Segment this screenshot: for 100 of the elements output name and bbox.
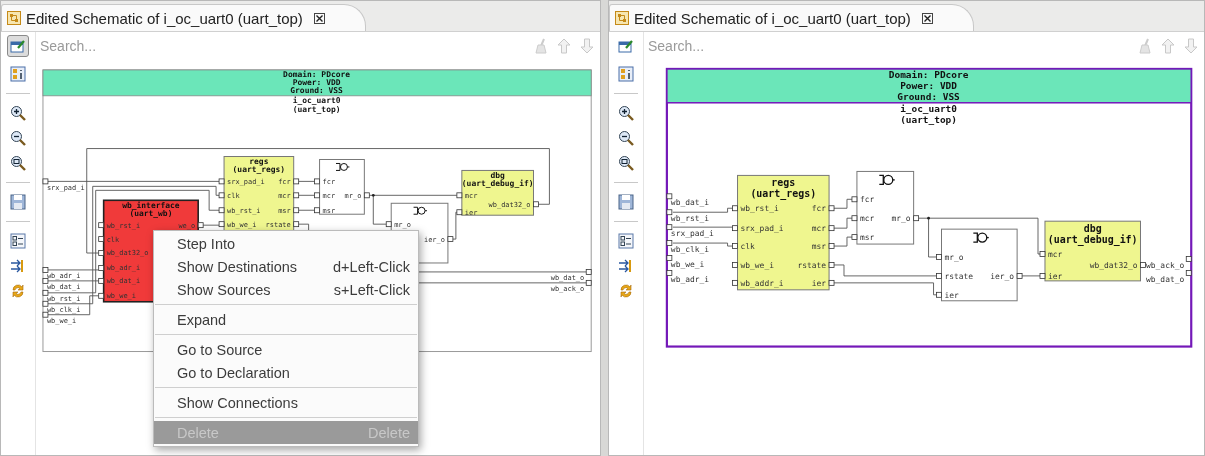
search-field[interactable]: Search... — [644, 37, 1129, 54]
wire — [833, 236, 853, 247]
close-icon[interactable] — [921, 12, 933, 24]
menu-item[interactable]: Go to Source — [154, 338, 418, 361]
editor-tab[interactable]: Edited Schematic of i_oc_uart0 (uart_top) — [609, 4, 974, 31]
checklist-icon[interactable] — [10, 233, 26, 249]
port-label: wb_ack_o — [1146, 260, 1185, 270]
block-module: (uart_regs) — [750, 188, 817, 200]
block-module: (uart_regs) — [232, 165, 286, 175]
info-icon[interactable] — [618, 66, 634, 82]
search-field[interactable]: Search... — [36, 37, 525, 54]
schematic-icon — [615, 11, 629, 25]
port-marker — [1185, 256, 1192, 262]
port-marker — [293, 207, 300, 214]
port-marker — [666, 240, 673, 246]
port-marker — [828, 243, 835, 249]
port-marker — [98, 292, 105, 299]
port-marker — [1039, 273, 1046, 279]
port-label: srx_pad_i — [740, 223, 784, 233]
port-marker — [385, 221, 392, 228]
wire — [672, 207, 733, 213]
editor-tab[interactable]: Edited Schematic of i_oc_uart0 (uart_top) — [1, 4, 366, 31]
port-marker — [828, 205, 835, 212]
junction-dot — [927, 216, 930, 220]
port-marker — [1185, 270, 1192, 276]
save-icon[interactable] — [618, 194, 634, 210]
block-name: wb_interface — [122, 201, 180, 211]
port-label: wb_dat_o — [1146, 274, 1185, 284]
instance-name: i_oc_uart0 — [292, 95, 341, 105]
zoom-in-icon[interactable] — [618, 105, 634, 121]
port-label: ier — [811, 278, 827, 288]
zoom-fit-icon[interactable] — [10, 155, 26, 171]
arrows-icon[interactable] — [10, 258, 26, 274]
block-module: (uart_debug_if) — [461, 179, 534, 189]
port-label: wb_rst_i — [740, 204, 779, 214]
close-icon[interactable] — [313, 12, 325, 24]
domain-text: Domain: PDcore — [888, 68, 969, 80]
checklist-icon[interactable] — [618, 233, 634, 249]
port-marker — [293, 221, 300, 228]
port-marker — [666, 270, 673, 276]
port-label: mr_o — [891, 214, 911, 223]
domain-text: Domain: PDcore — [283, 69, 351, 79]
port-marker — [1016, 273, 1023, 279]
port-marker — [363, 192, 370, 199]
port-marker — [913, 215, 919, 222]
zoom-out-icon[interactable] — [10, 130, 26, 146]
port-marker — [98, 222, 105, 229]
port-label: ier_o — [990, 271, 1015, 281]
wire — [1021, 275, 1041, 277]
zoom-in-icon[interactable] — [10, 105, 26, 121]
port-marker — [936, 273, 942, 279]
zoom-out-icon[interactable] — [618, 130, 634, 146]
module-name: (uart_top) — [292, 104, 341, 114]
save-icon[interactable] — [10, 194, 26, 210]
menu-item[interactable]: Go to Declaration — [154, 361, 418, 384]
port-marker — [42, 300, 49, 307]
port-marker — [1140, 262, 1146, 268]
port-label: wb_we_i — [740, 260, 774, 270]
port-label: msr — [811, 241, 827, 251]
domain-text: Ground: VSS — [290, 85, 343, 95]
block-name: dbg — [1083, 223, 1102, 235]
refresh-icon[interactable] — [618, 283, 634, 299]
port-marker — [42, 289, 49, 296]
port-marker — [293, 192, 300, 199]
port-marker — [218, 178, 225, 185]
port-marker — [666, 193, 673, 200]
block-name: regs — [249, 157, 269, 167]
port-label: mcr — [859, 214, 875, 223]
port-marker — [42, 178, 49, 185]
port-marker — [98, 250, 105, 256]
block-module: (uart_debug_if) — [1047, 234, 1138, 246]
domain-text: Ground: VSS — [897, 90, 960, 102]
zoom-fit-icon[interactable] — [618, 155, 634, 171]
info-icon[interactable] — [10, 66, 26, 82]
port-marker — [98, 278, 105, 284]
instance-name: i_oc_uart0 — [900, 102, 957, 114]
menu-item[interactable]: Show Sources s+Left-Click — [154, 278, 418, 301]
port-label: mr_o — [944, 252, 964, 262]
port-label: srx_pad_i — [670, 229, 714, 239]
port-label: ier — [1047, 271, 1063, 281]
wire — [833, 217, 853, 229]
port-marker — [218, 207, 225, 214]
port-label: wb_clk_i — [670, 245, 710, 255]
port-marker — [828, 280, 835, 286]
port-marker — [447, 236, 454, 242]
port-label: wb_dat_i — [670, 198, 710, 208]
domain-text: Power: VDD — [292, 77, 341, 87]
port-label: wb_rst_i — [670, 214, 710, 224]
arrows-icon[interactable] — [618, 258, 634, 274]
menu-item[interactable]: Step Into — [154, 232, 418, 255]
menu-item[interactable]: Expand — [154, 308, 418, 331]
port-label: fcr — [811, 204, 827, 214]
port-marker — [293, 178, 300, 185]
edit-mode-button[interactable] — [7, 35, 29, 57]
refresh-icon[interactable] — [10, 283, 26, 299]
menu-item[interactable]: Show Connections — [154, 391, 418, 414]
port-marker — [732, 262, 738, 268]
mux-block — [319, 159, 365, 215]
port-marker — [456, 209, 463, 216]
menu-item[interactable]: Show Destinations d+Left-Click — [154, 255, 418, 278]
